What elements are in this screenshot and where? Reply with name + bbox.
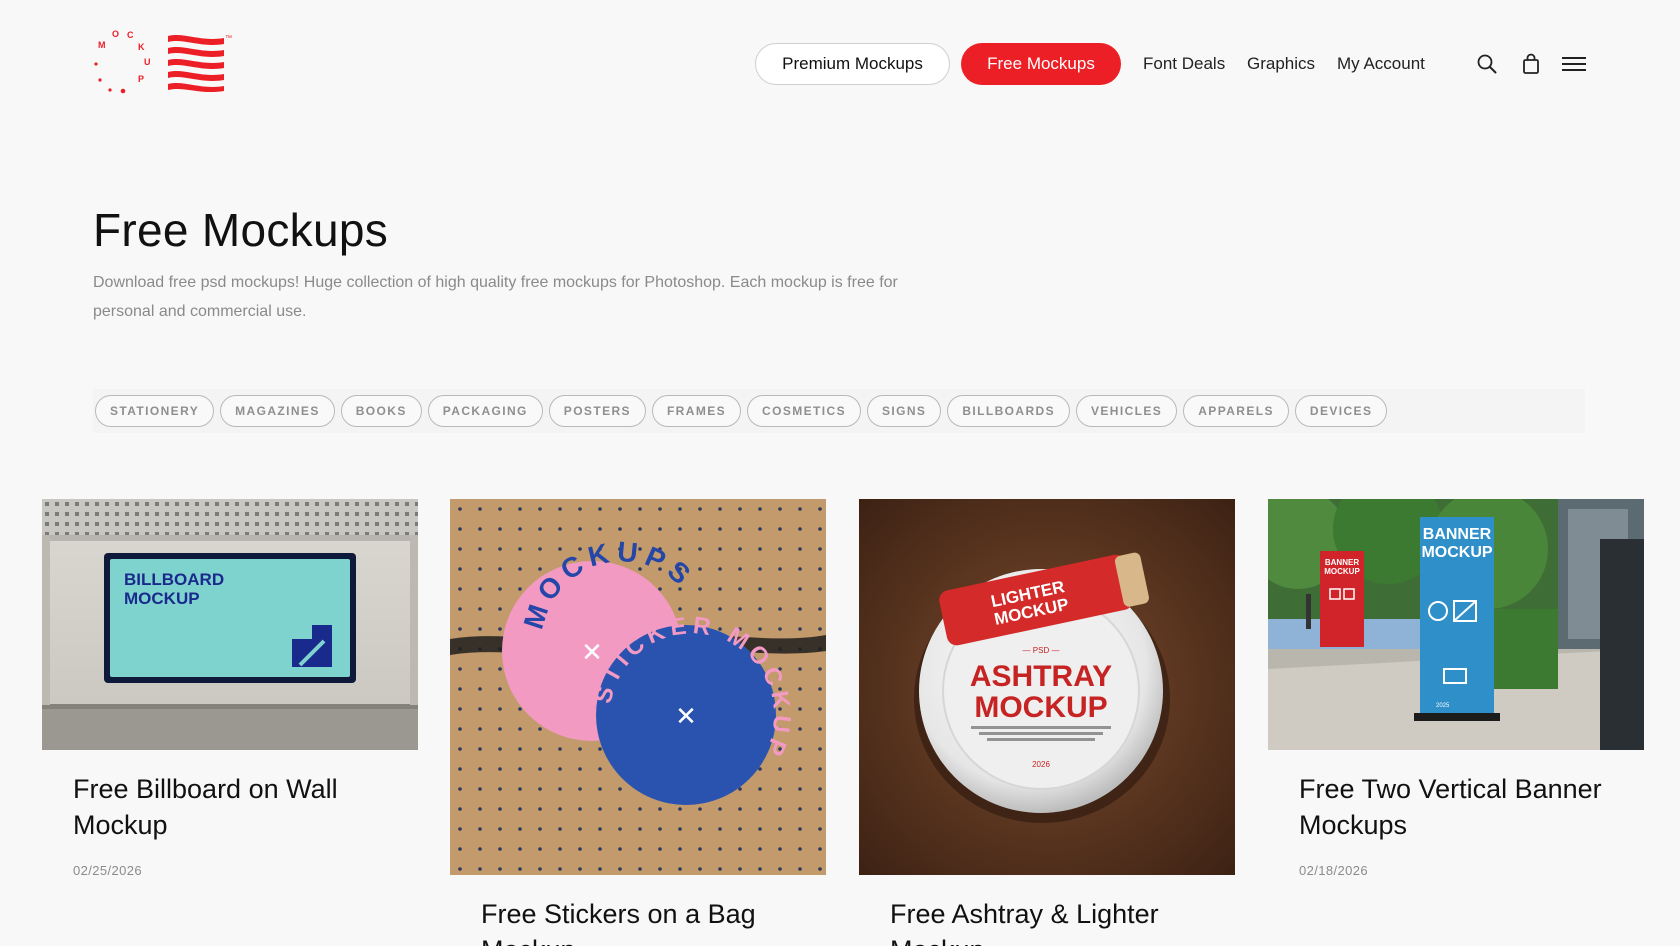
nav-link-font-deals[interactable]: Font Deals	[1143, 43, 1225, 85]
category-books[interactable]: BOOKS	[340, 395, 422, 427]
site-logo[interactable]: M O C K U P ™	[92, 28, 236, 98]
nav-link-graphics[interactable]: Graphics	[1247, 43, 1315, 85]
category-vehicles[interactable]: VEHICLES	[1076, 395, 1178, 427]
mockup-card: LIGHTER MOCKUP — PSD — ASHTRAY MOCKUP 20…	[859, 499, 1235, 946]
shopping-bag-icon[interactable]	[1519, 52, 1543, 76]
logo-trademark: ™	[225, 35, 232, 42]
category-posters[interactable]: POSTERS	[548, 395, 646, 427]
mockup-card: BANNER MOCKUP BANNER MOCKUP 2025 Free Tw…	[1268, 499, 1644, 878]
logo-mark-icon: M O C K U P ™	[94, 29, 232, 94]
category-devices[interactable]: DEVICES	[1294, 395, 1388, 427]
page-title: Free Mockups	[93, 204, 389, 256]
logo-ring-letter: K	[138, 42, 145, 52]
hamburger-menu-icon[interactable]	[1561, 52, 1587, 76]
category-cosmetics[interactable]: COSMETICS	[747, 395, 861, 427]
small-banner-text-1: BANNER	[1325, 558, 1359, 567]
card-date: 02/25/2026	[73, 863, 143, 878]
card-title[interactable]: Free Billboard on Wall Mockup	[42, 771, 418, 843]
category-stationery[interactable]: STATIONERY	[95, 395, 215, 427]
ashtray-year: 2026	[1032, 760, 1050, 769]
tall-banner-text-1: BANNER	[1423, 526, 1492, 543]
mockup-card: BILLBOARD MOCKUP Free Billboard on Wall …	[42, 499, 418, 878]
billboard-headline-1: BILLBOARD	[124, 570, 224, 589]
category-magazines[interactable]: MAGAZINES	[220, 395, 335, 427]
ashtray-psd-label: — PSD —	[1023, 646, 1060, 655]
category-packaging[interactable]: PACKAGING	[427, 395, 543, 427]
ashtray-headline-1: ASHTRAY	[970, 660, 1112, 693]
category-filter-bar: STATIONERY MAGAZINES BOOKS PACKAGING POS…	[93, 389, 1585, 433]
search-icon[interactable]	[1475, 52, 1499, 76]
card-date: 02/18/2026	[1299, 863, 1369, 878]
nav-link-my-account[interactable]: My Account	[1337, 43, 1425, 85]
ashtray-headline-2: MOCKUP	[974, 691, 1107, 724]
svg-text:✕: ✕	[581, 638, 603, 668]
category-billboards[interactable]: BILLBOARDS	[947, 395, 1070, 427]
svg-text:✕: ✕	[675, 702, 697, 732]
premium-mockups-button[interactable]: Premium Mockups	[755, 43, 950, 85]
tall-banner-year: 2025	[1436, 703, 1450, 709]
site-header: M O C K U P ™ Premium Mockups Free Mocku…	[0, 0, 1680, 128]
card-title[interactable]: Free Two Vertical Banner Mockups	[1268, 771, 1644, 843]
page-description: Download free psd mockups! Huge collecti…	[93, 274, 898, 320]
free-mockups-button[interactable]: Free Mockups	[961, 43, 1121, 85]
logo-ring-letter: M	[98, 40, 106, 50]
category-apparels[interactable]: APPARELS	[1183, 395, 1289, 427]
logo-ring-letter: U	[144, 57, 151, 67]
mockup-card: MOCKUPS ✕ STICKER MOCKUP ✕ Free Stickers…	[450, 499, 826, 946]
tall-banner-text-2: MOCKUP	[1421, 544, 1492, 561]
logo-ring-letter: P	[138, 74, 144, 84]
card-title[interactable]: Free Stickers on a Bag Mockup	[450, 896, 826, 946]
small-banner-text-2: MOCKUP	[1324, 567, 1360, 576]
card-title[interactable]: Free Ashtray & Lighter Mockup	[859, 896, 1235, 946]
card-thumbnail-billboard[interactable]: BILLBOARD MOCKUP	[42, 499, 418, 750]
billboard-headline-2: MOCKUP	[124, 589, 200, 608]
category-signs[interactable]: SIGNS	[866, 395, 942, 427]
card-thumbnail-ashtray[interactable]: LIGHTER MOCKUP — PSD — ASHTRAY MOCKUP 20…	[859, 499, 1235, 875]
logo-ring-letter: O	[112, 29, 119, 39]
category-frames[interactable]: FRAMES	[651, 395, 742, 427]
card-thumbnail-banners[interactable]: BANNER MOCKUP BANNER MOCKUP 2025	[1268, 499, 1644, 750]
logo-ring-letter: C	[127, 30, 134, 40]
card-thumbnail-stickers[interactable]: MOCKUPS ✕ STICKER MOCKUP ✕	[450, 499, 826, 875]
